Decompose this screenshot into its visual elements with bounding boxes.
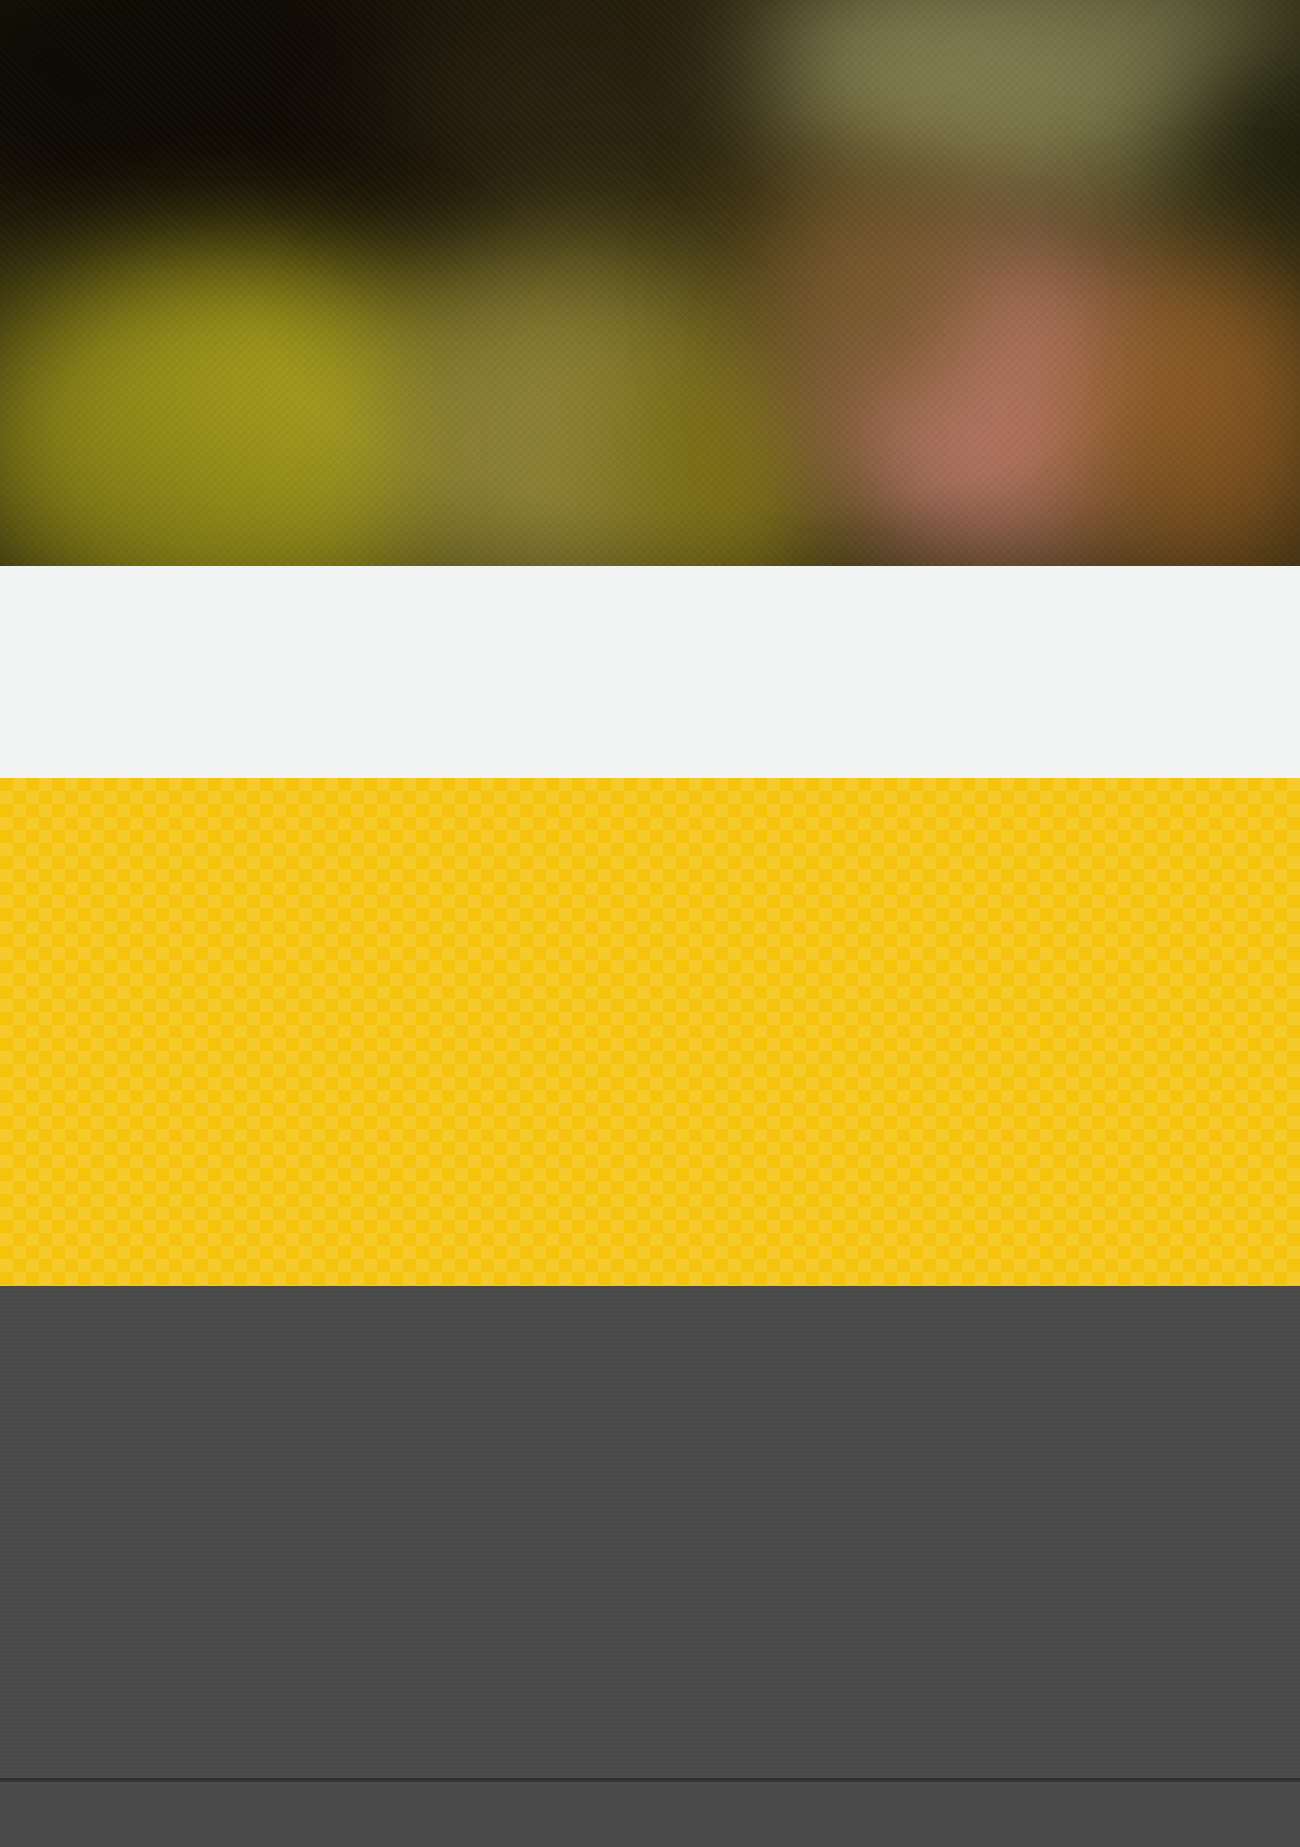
footer: [0, 1782, 1300, 1847]
yellow-checker-section: [0, 778, 1300, 1286]
hero-blurred-image: [0, 0, 1300, 566]
dark-section: [0, 1286, 1300, 1778]
page: [0, 0, 1300, 1847]
light-section: [0, 566, 1300, 778]
hero-vignette: [0, 0, 1300, 566]
